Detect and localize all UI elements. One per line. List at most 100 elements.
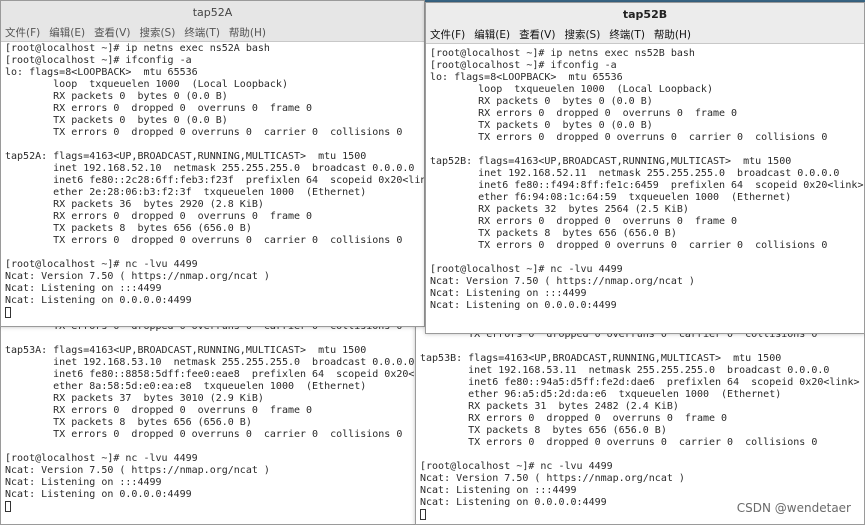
terminal-output[interactable]: TX errors 0 dropped 0 overruns 0 carrier… <box>1 319 419 513</box>
terminal-window-tap53b[interactable]: TX errors 0 dropped 0 overruns 0 carrier… <box>415 326 865 525</box>
terminal-window-tap53a[interactable]: TX errors 0 dropped 0 overruns 0 carrier… <box>0 318 420 525</box>
terminal-line: TX packets 8 bytes 656 (656.0 B) <box>430 228 677 239</box>
menu-file[interactable]: 文件(F) <box>430 27 465 42</box>
window-titlebar[interactable]: tap52B <box>426 3 864 25</box>
terminal-line: TX errors 0 dropped 0 overruns 0 carrier… <box>430 240 828 251</box>
menu-terminal[interactable]: 终端(T) <box>184 25 220 40</box>
terminal-output[interactable]: [root@localhost ~]# ip netns exec ns52A … <box>1 42 424 319</box>
terminal-line: [root@localhost ~]# ip netns exec ns52A … <box>5 43 270 54</box>
terminal-line: [root@localhost ~]# nc -lvu 4499 <box>5 259 198 270</box>
terminal-line: TX errors 0 dropped 0 overruns 0 carrier… <box>420 437 818 448</box>
menu-file[interactable]: 文件(F) <box>5 25 40 40</box>
terminal-line: ether f6:94:08:1c:64:59 txqueuelen 1000 … <box>430 192 792 203</box>
terminal-line: TX packets 0 bytes 0 (0.0 B) <box>5 115 228 126</box>
terminal-line: tap53A: flags=4163<UP,BROADCAST,RUNNING,… <box>5 345 367 356</box>
terminal-window-tap52a[interactable]: tap52A 文件(F) 编辑(E) 查看(V) 搜索(S) 终端(T) 帮助(… <box>0 0 425 327</box>
terminal-line: tap52B: flags=4163<UP,BROADCAST,RUNNING,… <box>430 156 792 167</box>
terminal-line: [root@localhost ~]# ifconfig -a <box>5 55 192 66</box>
menu-help[interactable]: 帮助(H) <box>654 27 691 42</box>
menu-edit[interactable]: 编辑(E) <box>49 25 85 40</box>
terminal-lines: TX errors 0 dropped 0 overruns 0 carrier… <box>5 321 419 501</box>
terminal-line: RX errors 0 dropped 0 overruns 0 frame 0 <box>5 211 313 222</box>
terminal-lines: TX errors 0 dropped 0 overruns 0 carrier… <box>420 329 864 509</box>
terminal-line: RX packets 32 bytes 2564 (2.5 KiB) <box>430 204 689 215</box>
menu-view[interactable]: 查看(V) <box>519 27 555 42</box>
terminal-window-tap52b[interactable]: tap52B 文件(F) 编辑(E) 查看(V) 搜索(S) 终端(T) 帮助(… <box>425 2 865 334</box>
menu-help[interactable]: 帮助(H) <box>229 25 266 40</box>
terminal-output[interactable]: TX errors 0 dropped 0 overruns 0 carrier… <box>416 327 864 521</box>
terminal-line: TX errors 0 dropped 0 overruns 0 carrier… <box>5 127 403 138</box>
terminal-line: inet6 fe80::8858:5dff:fee0:eae8 prefixle… <box>5 369 420 380</box>
terminal-line: [root@localhost ~]# nc -lvu 4499 <box>420 461 613 472</box>
terminal-line: TX packets 8 bytes 656 (656.0 B) <box>420 425 667 436</box>
window-title: tap52A <box>192 5 233 19</box>
window-titlebar[interactable]: tap52A <box>1 1 424 23</box>
terminal-line: [root@localhost ~]# ifconfig -a <box>430 60 617 71</box>
terminal-line: ether 8a:58:5d:e0:ea:e8 txqueuelen 1000 … <box>5 381 367 392</box>
menu-bar: 文件(F) 编辑(E) 查看(V) 搜索(S) 终端(T) 帮助(H) <box>1 23 424 42</box>
terminal-line: Ncat: Listening on :::4499 <box>5 477 162 488</box>
terminal-line: TX packets 8 bytes 656 (656.0 B) <box>5 223 252 234</box>
menu-search[interactable]: 搜索(S) <box>564 27 600 42</box>
terminal-line: TX packets 8 bytes 656 (656.0 B) <box>5 417 252 428</box>
terminal-line: Ncat: Listening on :::4499 <box>420 485 577 496</box>
terminal-line: Ncat: Listening on 0.0.0.0:4499 <box>5 489 192 500</box>
terminal-output[interactable]: [root@localhost ~]# ip netns exec ns52B … <box>426 44 864 312</box>
menu-terminal[interactable]: 终端(T) <box>609 27 645 42</box>
terminal-line: TX errors 0 dropped 0 overruns 0 carrier… <box>430 132 828 143</box>
terminal-lines: [root@localhost ~]# ip netns exec ns52B … <box>430 48 864 312</box>
terminal-line: tap52A: flags=4163<UP,BROADCAST,RUNNING,… <box>5 151 367 162</box>
terminal-line: loop txqueuelen 1000 (Local Loopback) <box>430 84 713 95</box>
terminal-line: RX errors 0 dropped 0 overruns 0 frame 0 <box>5 405 313 416</box>
window-title: tap52B <box>622 7 668 21</box>
terminal-line: [root@localhost ~]# nc -lvu 4499 <box>5 453 198 464</box>
terminal-line: Ncat: Listening on 0.0.0.0:4499 <box>430 300 617 311</box>
menu-view[interactable]: 查看(V) <box>94 25 130 40</box>
terminal-line: loop txqueuelen 1000 (Local Loopback) <box>5 79 288 90</box>
terminal-line: ether 2e:28:06:b3:f2:3f txqueuelen 1000 … <box>5 187 367 198</box>
terminal-line: [root@localhost ~]# nc -lvu 4499 <box>430 264 623 275</box>
terminal-line: lo: flags=8<LOOPBACK> mtu 65536 <box>430 72 623 83</box>
terminal-line: RX errors 0 dropped 0 overruns 0 frame 0 <box>420 413 728 424</box>
terminal-line: RX packets 37 bytes 3010 (2.9 KiB) <box>5 393 264 404</box>
terminal-cursor <box>5 501 11 512</box>
terminal-line: inet6 fe80::94a5:d5ff:fe2d:dae6 prefixle… <box>420 377 860 388</box>
cursor-line <box>5 307 424 319</box>
terminal-line: Ncat: Version 7.50 ( https://nmap.org/nc… <box>430 276 695 287</box>
terminal-line: TX errors 0 dropped 0 overruns 0 carrier… <box>5 429 403 440</box>
terminal-line: TX errors 0 dropped 0 overruns 0 carrier… <box>5 235 403 246</box>
terminal-cursor <box>420 509 426 520</box>
terminal-line: Ncat: Version 7.50 ( https://nmap.org/nc… <box>5 465 270 476</box>
terminal-line: RX packets 36 bytes 2920 (2.8 KiB) <box>5 199 264 210</box>
terminal-line: ether 96:a5:d5:2d:da:e6 txqueuelen 1000 … <box>420 389 782 400</box>
terminal-line: RX packets 0 bytes 0 (0.0 B) <box>430 96 653 107</box>
terminal-line: inet 192.168.52.10 netmask 255.255.255.0… <box>5 163 415 174</box>
terminal-line: Ncat: Version 7.50 ( https://nmap.org/nc… <box>5 271 270 282</box>
menu-edit[interactable]: 编辑(E) <box>474 27 510 42</box>
terminal-line: RX packets 31 bytes 2482 (2.4 KiB) <box>420 401 679 412</box>
terminal-cursor <box>5 307 11 318</box>
terminal-lines: [root@localhost ~]# ip netns exec ns52A … <box>5 43 424 307</box>
terminal-line: RX errors 0 dropped 0 overruns 0 frame 0 <box>430 108 738 119</box>
terminal-line: Ncat: Listening on 0.0.0.0:4499 <box>5 295 192 306</box>
terminal-line: inet6 fe80::f494:8ff:fe1c:6459 prefixlen… <box>430 180 864 191</box>
terminal-line: RX packets 0 bytes 0 (0.0 B) <box>5 91 228 102</box>
terminal-line: Ncat: Version 7.50 ( https://nmap.org/nc… <box>420 473 685 484</box>
terminal-line: lo: flags=8<LOOPBACK> mtu 65536 <box>5 67 198 78</box>
terminal-line: RX errors 0 dropped 0 overruns 0 frame 0 <box>430 216 738 227</box>
terminal-line: [root@localhost ~]# ip netns exec ns52B … <box>430 48 695 59</box>
terminal-line: RX errors 0 dropped 0 overruns 0 frame 0 <box>5 103 313 114</box>
cursor-line <box>5 501 419 513</box>
terminal-line: inet6 fe80::2c28:6ff:feb3:f23f prefixlen… <box>5 175 425 186</box>
menu-search[interactable]: 搜索(S) <box>139 25 175 40</box>
terminal-line: inet 192.168.52.11 netmask 255.255.255.0… <box>430 168 840 179</box>
menu-bar: 文件(F) 编辑(E) 查看(V) 搜索(S) 终端(T) 帮助(H) <box>426 25 864 44</box>
terminal-line: Ncat: Listening on :::4499 <box>430 288 587 299</box>
terminal-line: Ncat: Listening on :::4499 <box>5 283 162 294</box>
